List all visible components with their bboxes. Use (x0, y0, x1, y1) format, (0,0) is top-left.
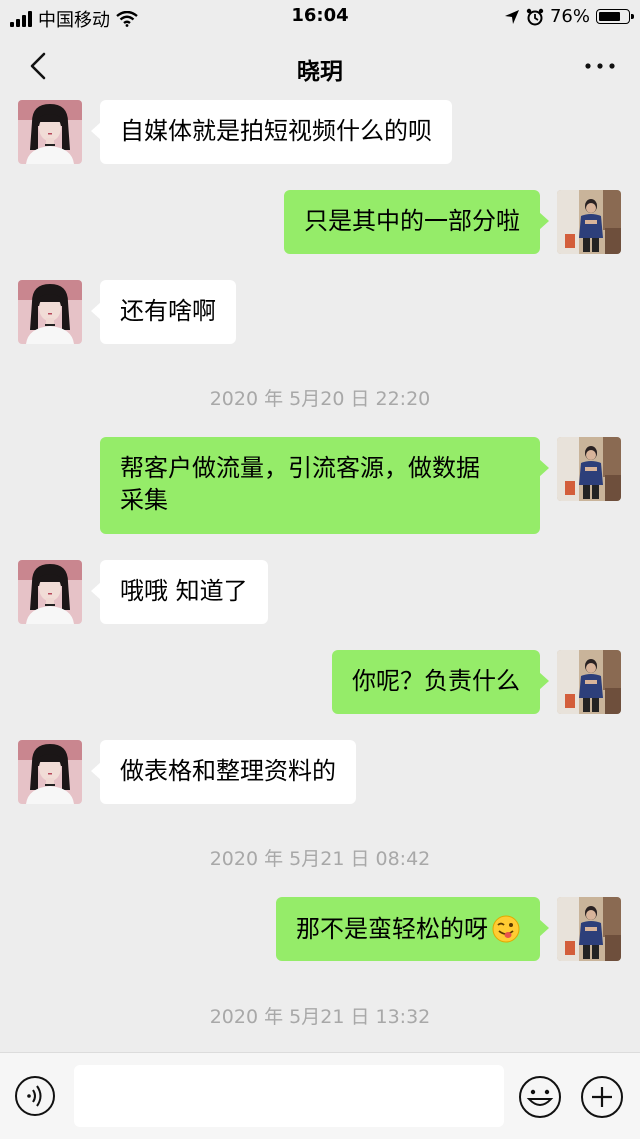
timestamp-label: 2020 年 5月21 日 13:32 (209, 1006, 431, 1028)
status-right: 76% (504, 6, 634, 27)
plus-icon[interactable] (580, 1075, 624, 1119)
outgoing-message-bubble[interactable]: 那不是蛮轻松的呀 (276, 897, 549, 961)
my-avatar[interactable] (557, 897, 621, 961)
timestamp-label: 2020 年 5月20 日 22:20 (209, 388, 431, 410)
message-text: 那不是蛮轻松的呀 (296, 915, 488, 943)
incoming-message-bubble[interactable]: 自媒体就是拍短视频什么的呗 (91, 100, 452, 164)
battery-icon (596, 9, 634, 24)
emoji-icon[interactable] (518, 1075, 562, 1119)
alarm-icon (526, 8, 544, 25)
battery-percent: 76% (549, 6, 590, 27)
my-avatar[interactable] (557, 650, 621, 714)
contact-avatar[interactable] (18, 740, 82, 804)
incoming-message-bubble[interactable]: 做表格和整理资料的 (91, 740, 356, 804)
contact-avatar[interactable] (18, 100, 82, 164)
voice-icon[interactable] (14, 1075, 56, 1117)
outgoing-message-bubble[interactable]: 帮客户做流量，引流客源，做数据 采集 (100, 437, 549, 534)
contact-avatar[interactable] (18, 280, 82, 344)
input-bar (0, 1052, 640, 1139)
my-avatar[interactable] (557, 437, 621, 501)
chat-title: 晓玥 (297, 59, 343, 85)
my-avatar[interactable] (557, 190, 621, 254)
timestamp-label: 2020 年 5月21 日 08:42 (209, 848, 431, 870)
more-icon[interactable] (582, 54, 618, 78)
incoming-message-bubble[interactable]: 还有啥啊 (91, 280, 236, 344)
incoming-message-bubble[interactable]: 哦哦 知道了 (91, 560, 268, 624)
outgoing-message-bubble[interactable]: 你呢？负责什么 (332, 650, 549, 714)
message-input[interactable] (74, 1065, 504, 1127)
location-icon (504, 9, 519, 24)
winking-face-with-tongue-icon (492, 915, 520, 943)
contact-avatar[interactable] (18, 560, 82, 624)
outgoing-message-bubble[interactable]: 只是其中的一部分啦 (284, 190, 549, 254)
status-bar: 中国移动 16:04 76% (0, 0, 640, 34)
message-line: 采集 (120, 486, 168, 514)
message-line: 帮客户做流量，引流客源，做数据 (120, 454, 480, 482)
chat-header: 晓玥 (0, 34, 640, 100)
